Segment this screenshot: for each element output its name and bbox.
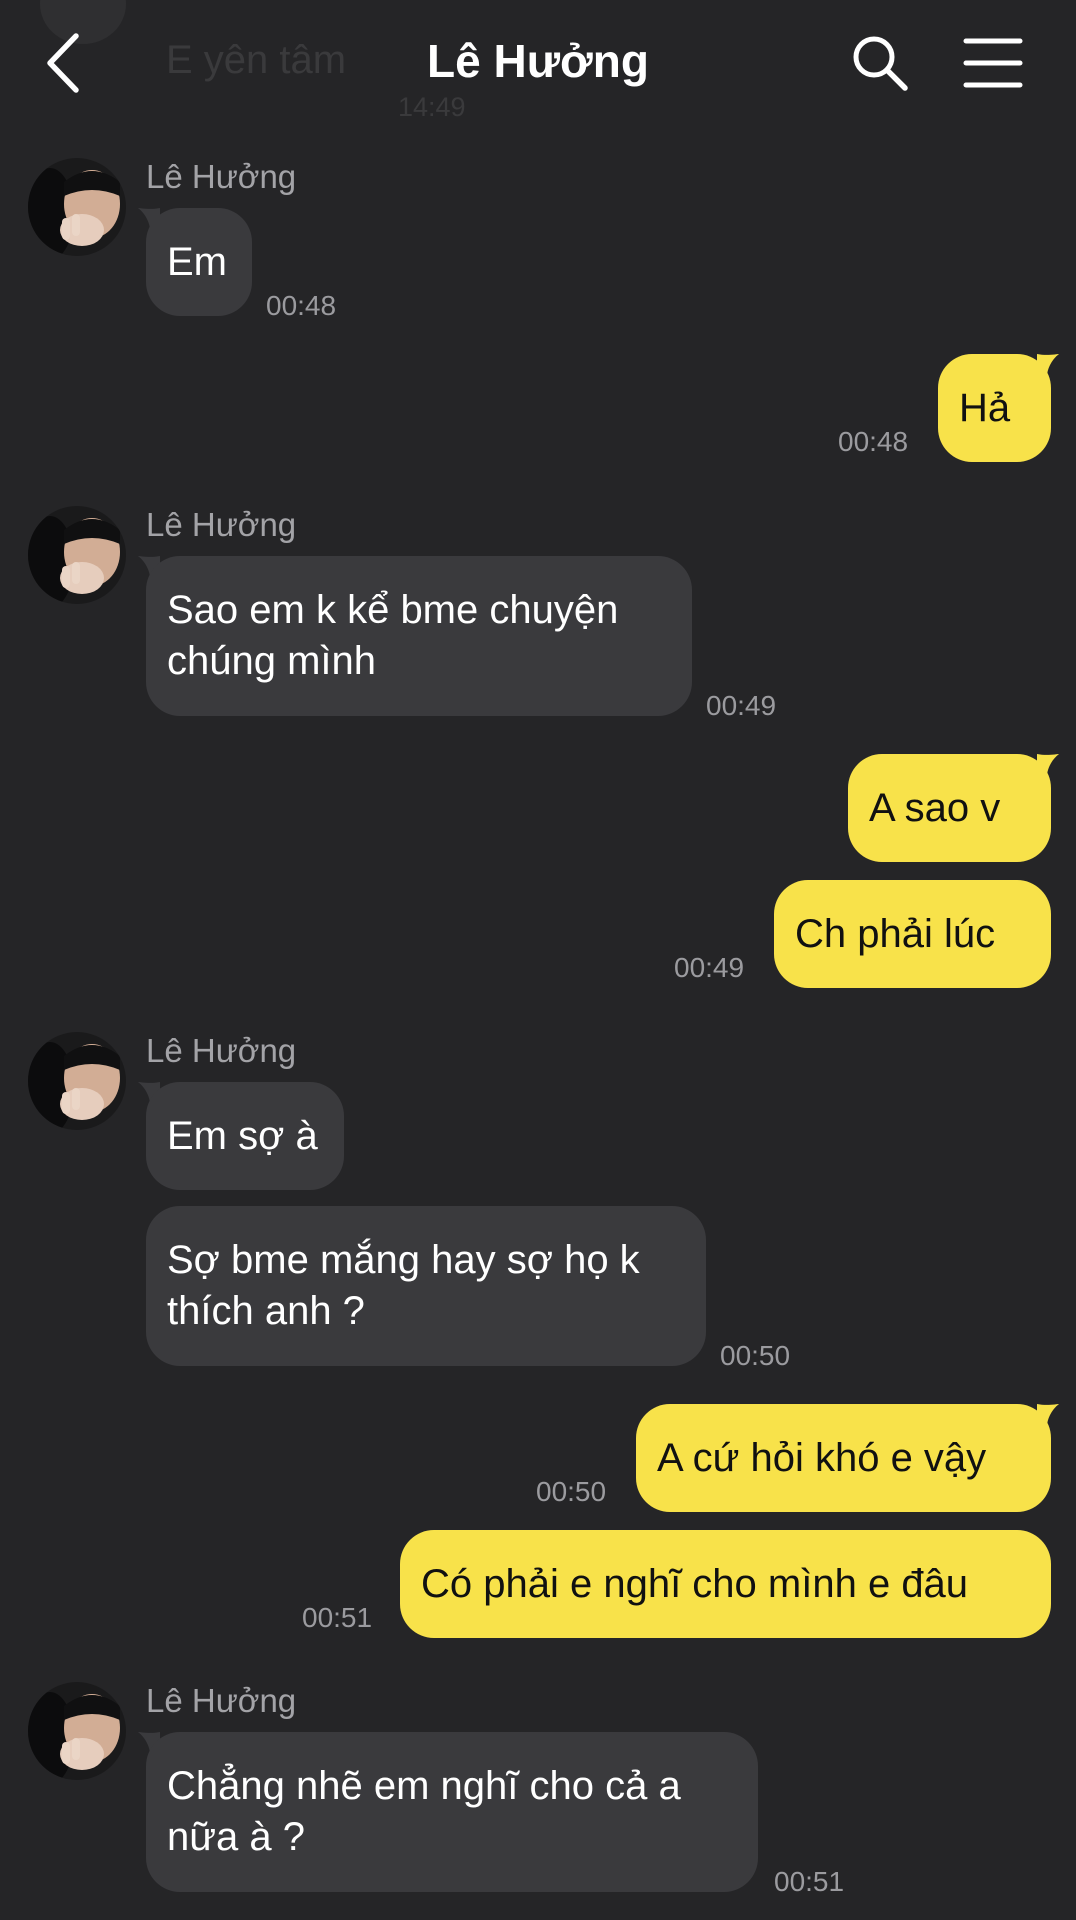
hamburger-menu-icon — [963, 38, 1023, 88]
message-bubble[interactable]: Sợ bme mắng hay sợ họ k thích anh ? — [146, 1206, 706, 1366]
message-bubble[interactable]: Hả — [938, 354, 1051, 462]
message-bubble[interactable]: Chẳng nhẽ em nghĩ cho cả a nữa à ? — [146, 1732, 758, 1892]
search-icon — [853, 36, 908, 91]
chat-screen: E yên tâm 14:49 Lê Hưởng Lê Hưởng Em 00:… — [0, 0, 1076, 1920]
message-time: 00:48 — [838, 426, 909, 457]
message-time: 00:48 — [266, 290, 337, 321]
message-time: 00:51 — [774, 1866, 845, 1897]
contact-photo — [28, 1682, 126, 1780]
message-bubble[interactable]: Ch phải lúc — [774, 880, 1051, 988]
message-time: 00:51 — [302, 1602, 373, 1633]
message-text: Em — [167, 239, 227, 284]
message-text: Có phải e nghĩ cho mình e đâu — [421, 1561, 969, 1606]
avatar[interactable] — [28, 1032, 126, 1130]
contact-photo — [28, 158, 126, 256]
message-time: 00:50 — [536, 1476, 607, 1507]
avatar[interactable] — [28, 1682, 126, 1780]
message-bubble[interactable]: Em sợ à — [146, 1082, 344, 1190]
scrolled-message-ghost: E yên tâm — [166, 38, 347, 82]
sender-name: Lê Hưởng — [146, 506, 297, 543]
chevron-left-icon — [47, 33, 79, 93]
message-text: Chẳng nhẽ em nghĩ cho cả a nữa à ? — [167, 1764, 681, 1859]
sender-name: Lê Hưởng — [146, 1682, 297, 1719]
message-bubble[interactable]: Em — [146, 208, 252, 316]
message-bubble[interactable]: A cứ hỏi khó e vậy — [636, 1404, 1051, 1512]
contact-photo — [28, 1032, 126, 1130]
message-time: 00:50 — [720, 1340, 791, 1371]
message-time: 00:49 — [706, 690, 777, 721]
contact-photo — [28, 506, 126, 604]
back-button[interactable] — [40, 30, 90, 96]
avatar[interactable] — [28, 506, 126, 604]
search-button[interactable] — [850, 33, 910, 93]
message-text: Sợ bme mắng hay sợ họ k thích anh ? — [167, 1238, 640, 1333]
message-text: Sao em k kể bme chuyện chúng mình — [167, 588, 619, 683]
menu-button[interactable] — [962, 36, 1024, 90]
message-text: A sao v — [869, 785, 1001, 830]
message-bubble[interactable]: A sao v — [848, 754, 1051, 862]
message-bubble[interactable]: Có phải e nghĩ cho mình e đâu — [400, 1530, 1051, 1638]
message-text: A cứ hỏi khó e vậy — [657, 1435, 987, 1480]
message-time: 00:49 — [674, 952, 745, 983]
message-text: Ch phải lúc — [795, 911, 996, 956]
message-text: Hả — [959, 385, 1011, 430]
avatar[interactable] — [28, 158, 126, 256]
sender-name: Lê Hưởng — [146, 158, 297, 195]
scrolled-time-ghost: 14:49 — [398, 92, 466, 122]
chat-header: E yên tâm 14:49 Lê Hưởng — [0, 0, 1076, 125]
message-bubble[interactable]: Sao em k kể bme chuyện chúng mình — [146, 556, 692, 716]
chat-title: Lê Hưởng — [427, 35, 649, 87]
sender-name: Lê Hưởng — [146, 1032, 297, 1069]
message-text: Em sợ à — [167, 1113, 318, 1158]
